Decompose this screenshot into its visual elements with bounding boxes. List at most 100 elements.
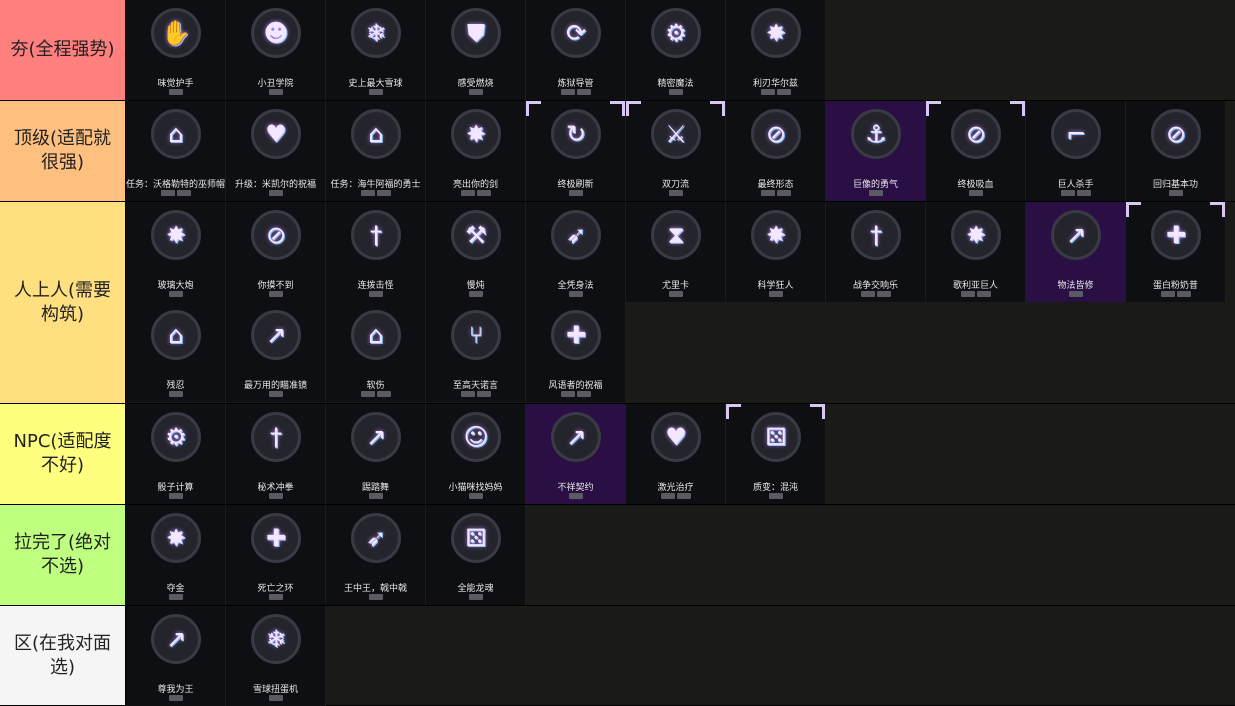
augment-card[interactable]: ✚ 死亡之环	[226, 505, 326, 605]
augment-tag	[268, 391, 283, 397]
augment-card[interactable]: ⚙ 骰子计算	[126, 404, 226, 504]
augment-tags	[226, 695, 325, 701]
augment-icon-frame: ⊘	[251, 210, 301, 260]
slash-orb-icon: ⊘	[265, 221, 287, 249]
augment-tag	[168, 291, 183, 297]
augment-card[interactable]: † 连拨击怪	[326, 202, 426, 302]
augment-name: 任务：海牛阿福的勇士	[330, 180, 421, 190]
augment-card[interactable]: ✸ 歌利亚巨人	[926, 202, 1026, 302]
augment-name: 激光治疗	[657, 483, 694, 493]
arrow-up-icon: ↗	[1065, 221, 1087, 249]
augment-tag	[668, 291, 683, 297]
augment-card[interactable]: ⊘ 最终形态	[726, 101, 826, 201]
augment-card[interactable]: ⚙ 精密魔法	[626, 0, 726, 100]
augment-card[interactable]: ↻ 终极刷新	[526, 101, 626, 201]
tier-label[interactable]: 人上人(需要构筑)	[0, 202, 126, 403]
augment-card[interactable]: ⚄ 质变：混沌	[726, 404, 826, 504]
augment-card[interactable]: ↗ 物法皆修	[1026, 202, 1126, 302]
augment-card[interactable]: ⌂ 任务：海牛阿福的勇士	[326, 101, 426, 201]
augment-card[interactable]: ⚓ 巨像的勇气	[826, 101, 926, 201]
augment-card[interactable]: ➶ 全凭身法	[526, 202, 626, 302]
augment-card[interactable]: ⟳ 炼狱导管	[526, 0, 626, 100]
augment-tag	[376, 391, 391, 397]
augment-tags	[1126, 291, 1225, 297]
augment-card[interactable]: ⛊ 感受燃烧	[426, 0, 526, 100]
augment-card[interactable]: ✚ 风语者的祝福	[526, 302, 626, 402]
heart-plus-icon: ♥	[265, 120, 287, 148]
augment-card[interactable]: ✸ 亮出你的剑	[426, 101, 526, 201]
tier-items: ✸ 夺金 ✚ 死亡之环 ➶ 王中王，戟中戟 ⚄ 全能龙魂	[126, 505, 1235, 605]
augment-tags	[726, 190, 825, 196]
augment-card[interactable]: ⌂ 残忍	[126, 302, 226, 402]
augment-card[interactable]: ↗ 不祥契约	[526, 404, 626, 504]
augment-card[interactable]: ☺ 小猫咪找妈妈	[426, 404, 526, 504]
augment-card[interactable]: ❄ 史上最大雪球	[326, 0, 426, 100]
augment-tag	[1060, 190, 1075, 196]
augment-icon-frame: ↗	[551, 412, 601, 462]
augment-tag	[268, 594, 283, 600]
augment-card[interactable]: ✚ 蛋白粉奶昔	[1126, 202, 1226, 302]
augment-tags	[526, 190, 625, 196]
augment-card[interactable]: ✸ 玻璃大炮	[126, 202, 226, 302]
augment-card[interactable]: ☻ 小丑学院	[226, 0, 326, 100]
augment-card[interactable]: ✸ 夺金	[126, 505, 226, 605]
augment-card[interactable]: ⚄ 全能龙魂	[426, 505, 526, 605]
augment-card[interactable]: ⌂ 软伤	[326, 302, 426, 402]
augment-tag	[268, 291, 283, 297]
augment-tag	[676, 493, 691, 499]
augment-icon-frame: †	[851, 210, 901, 260]
augment-name: 利刃华尔兹	[752, 79, 798, 89]
augment-card[interactable]: ➶ 王中王，戟中戟	[326, 505, 426, 605]
augment-tags	[826, 291, 925, 297]
tier-label[interactable]: 夯(全程强势)	[0, 0, 126, 100]
augment-card[interactable]: ↗ 尊我为王	[126, 606, 226, 706]
augment-name: 全凭身法	[557, 281, 594, 291]
augment-card[interactable]: ⊘ 你摸不到	[226, 202, 326, 302]
augment-icon-frame: ⌂	[151, 109, 201, 159]
augment-icon-frame: ✚	[551, 310, 601, 360]
augment-card[interactable]: ⧗ 尤里卡	[626, 202, 726, 302]
augment-name: 王中王，戟中戟	[343, 584, 407, 594]
augment-tags	[426, 391, 525, 397]
augment-card[interactable]: ⌐ 巨人杀手	[1026, 101, 1126, 201]
augment-card[interactable]: ⊘ 回归基本功	[1126, 101, 1226, 201]
augment-card[interactable]: ✋ 味觉护手	[126, 0, 226, 100]
augment-card[interactable]: ⑂ 至高天诺言	[426, 302, 526, 402]
augment-tags	[926, 190, 1025, 196]
augment-card[interactable]: ⌂ 任务：沃格勒特的巫师帽	[126, 101, 226, 201]
augment-card[interactable]: ⊘ 终极吸血	[926, 101, 1026, 201]
augment-tags	[626, 190, 725, 196]
augment-card[interactable]: ↗ 最万用的瞄准镜	[226, 302, 326, 402]
augment-tag	[860, 291, 875, 297]
augment-tags	[726, 291, 825, 297]
augment-tags	[326, 89, 425, 95]
augment-name: 骰子计算	[157, 483, 194, 493]
tier-items: ✸ 玻璃大炮 ⊘ 你摸不到 † 连拨击怪 ⚒ 慢炖 ➶ 全凭身法 ⧗ 尤里卡 ✸ 科学狂人 † 战争交响乐 ✸ 歌…	[126, 202, 1235, 403]
augment-card[interactable]: ⚔ 双刀流	[626, 101, 726, 201]
augment-tag	[1176, 291, 1191, 297]
augment-card[interactable]: ↗ 踢踏舞	[326, 404, 426, 504]
augment-card[interactable]: ⚒ 慢炖	[426, 202, 526, 302]
augment-tags	[226, 89, 325, 95]
tier-label[interactable]: 区(在我对面选)	[0, 606, 126, 705]
augment-card[interactable]: ♥ 升级：米凯尔的祝福	[226, 101, 326, 201]
augment-icon-frame: ⌐	[1051, 109, 1101, 159]
augment-card[interactable]: † 秘术冲拳	[226, 404, 326, 504]
augment-tags	[926, 291, 1025, 297]
anchor-icon: ⚓	[865, 120, 887, 148]
hat-icon: ⌂	[368, 321, 384, 349]
augment-card[interactable]: † 战争交响乐	[826, 202, 926, 302]
augment-card[interactable]: ✸ 科学狂人	[726, 202, 826, 302]
augment-card[interactable]: ♥ 激光治疗	[626, 404, 726, 504]
tier-label[interactable]: NPC(适配度不好)	[0, 404, 126, 504]
augment-tag	[268, 89, 283, 95]
augment-card[interactable]: ✸ 利刃华尔兹	[726, 0, 826, 100]
augment-tag	[760, 190, 775, 196]
tier-label[interactable]: 拉完了(绝对不选)	[0, 505, 126, 605]
augment-card[interactable]: ❄ 雪球扭蛋机	[226, 606, 326, 706]
augment-tags	[326, 291, 425, 297]
augment-name: 不祥契约	[557, 483, 594, 493]
augment-tag	[560, 89, 575, 95]
augment-tag	[368, 493, 383, 499]
tier-label[interactable]: 顶级(适配就很强)	[0, 101, 126, 201]
